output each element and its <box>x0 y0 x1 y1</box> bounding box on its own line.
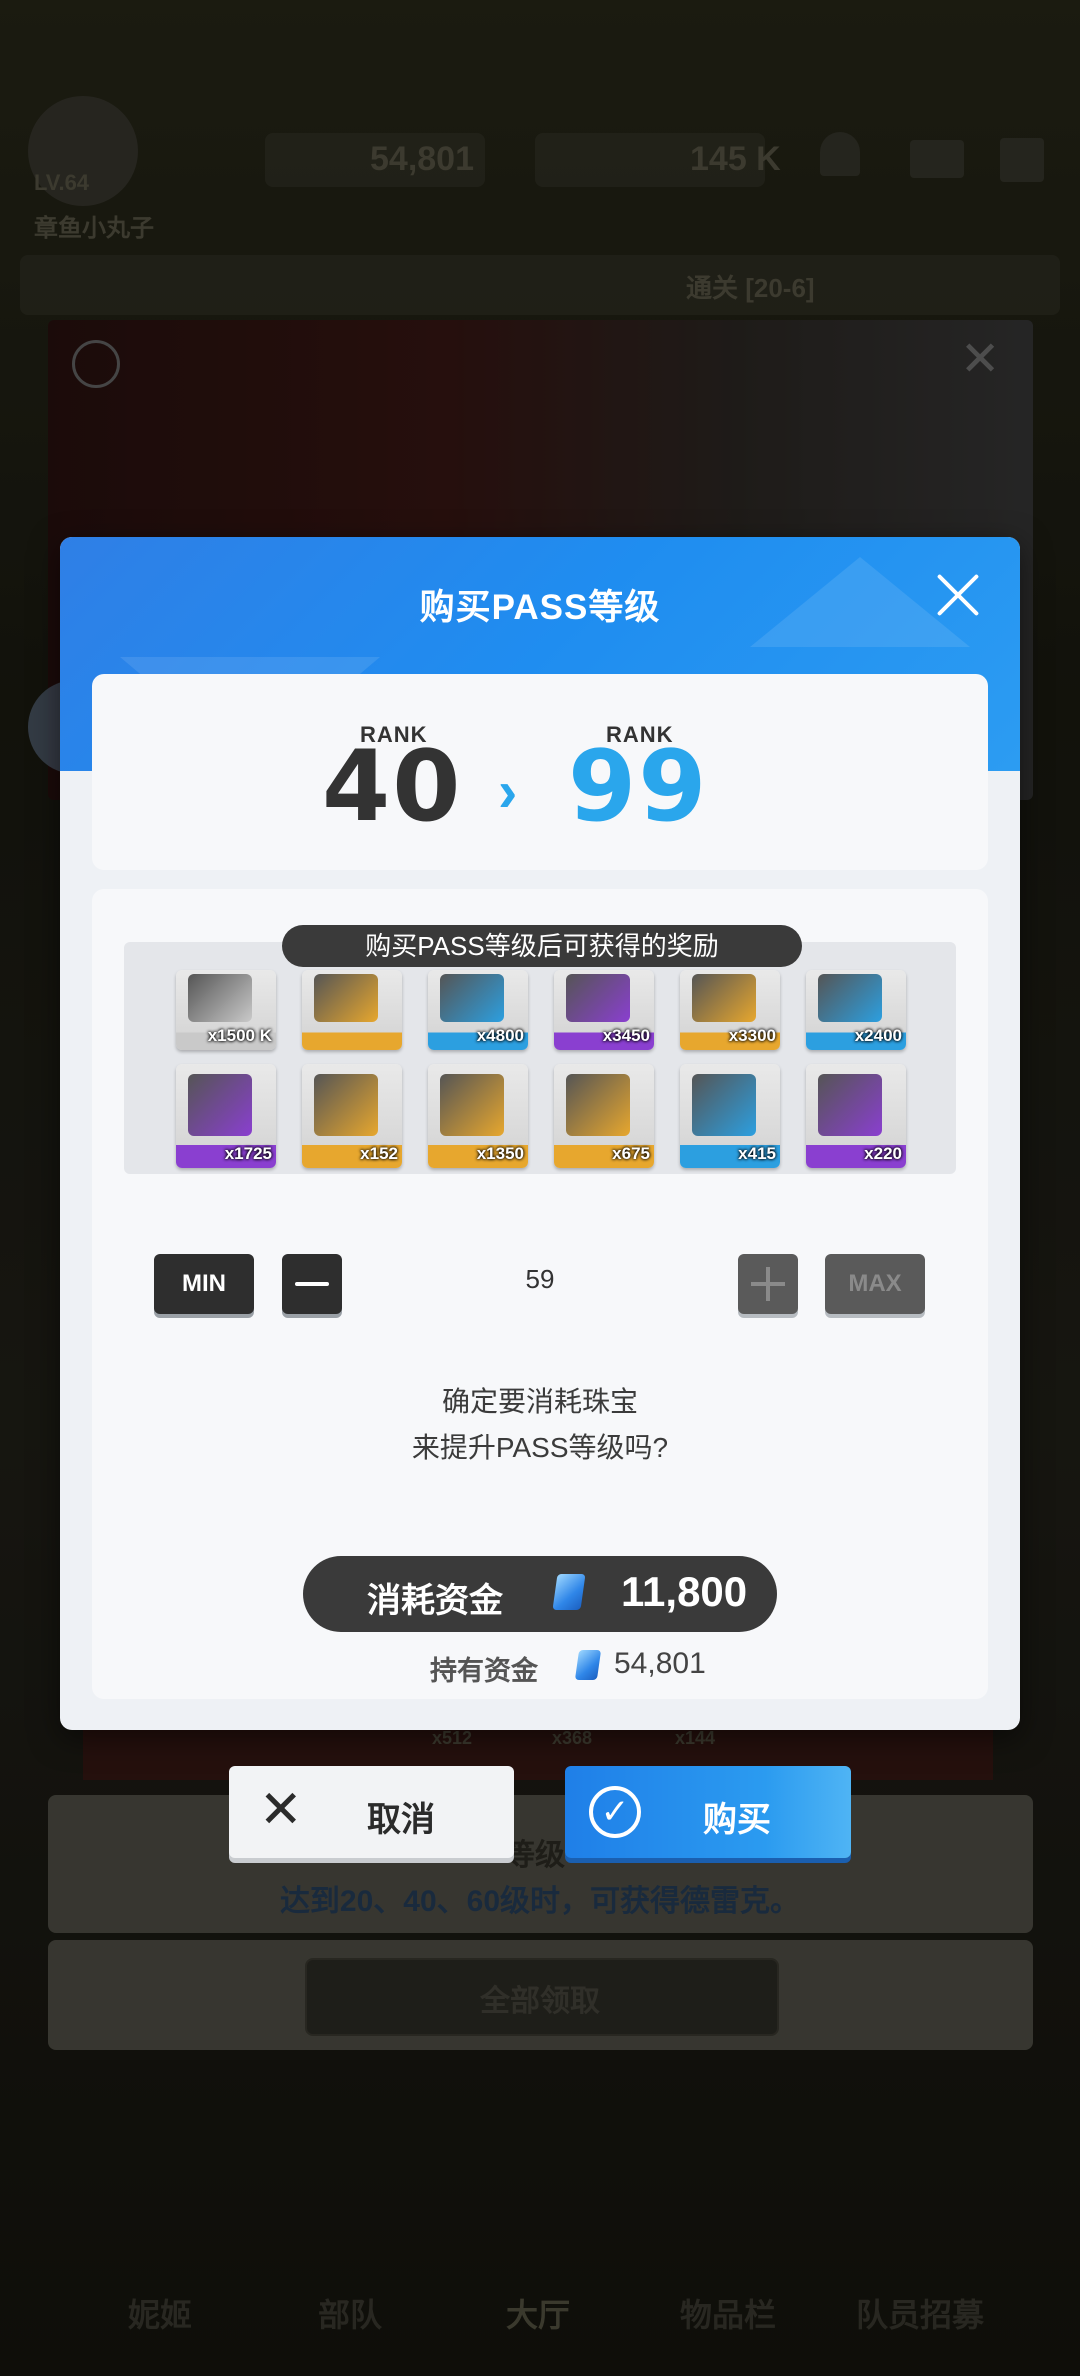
minus-icon <box>295 1282 329 1286</box>
cost-pill: 消耗资金 11,800 <box>303 1556 777 1632</box>
reward-qty: x2400 <box>854 1026 902 1045</box>
blue-toolbox-icon <box>692 1074 756 1136</box>
rank-card: RANK 40 › RANK 99 <box>92 674 988 870</box>
orange-box-icon <box>692 974 756 1022</box>
buy-button[interactable]: ✓ 购买 <box>565 1766 851 1858</box>
reward-item[interactable]: x675 <box>554 1064 654 1168</box>
gold-core-icon <box>440 1074 504 1136</box>
rank-from-value: 40 <box>322 730 463 844</box>
max-button[interactable]: MAX <box>825 1254 925 1314</box>
circuit-board-icon <box>314 1074 378 1136</box>
increase-button[interactable] <box>738 1254 798 1314</box>
chevron-right-icon: › <box>498 759 518 824</box>
cancel-label: 取消 <box>367 1801 435 1839</box>
purple-core-icon <box>566 974 630 1022</box>
rank-to-value: 99 <box>568 730 709 844</box>
close-icon[interactable] <box>932 569 984 621</box>
reward-qty: x4800 <box>476 1026 524 1045</box>
min-label: MIN <box>182 1270 226 1297</box>
purple-chip-icon <box>188 1074 252 1136</box>
reward-item[interactable]: x3300 <box>680 970 780 1050</box>
reward-qty: x220 <box>864 1144 902 1163</box>
gem-icon <box>552 1574 586 1610</box>
min-button[interactable]: MIN <box>154 1254 254 1314</box>
confirm-line-1: 确定要消耗珠宝 <box>441 1386 638 1417</box>
cost-value: 11,800 <box>621 1568 748 1615</box>
max-label: MAX <box>848 1270 902 1297</box>
confirm-message: 确定要消耗珠宝 来提升PASS等级吗? <box>92 1379 988 1471</box>
reward-item[interactable]: x1500 K <box>176 970 276 1050</box>
reward-item[interactable]: x152 <box>302 1064 402 1168</box>
credit-chip-icon <box>188 974 252 1022</box>
reward-qty: x675 <box>612 1144 650 1163</box>
buy-label: 购买 <box>703 1801 771 1839</box>
reward-item[interactable]: x415 <box>680 1064 780 1168</box>
reward-qty: x1725 <box>224 1144 272 1163</box>
quantity-value[interactable]: 59 <box>472 1264 608 1295</box>
decrease-button[interactable] <box>282 1254 342 1314</box>
reward-item[interactable] <box>302 970 402 1050</box>
character-portrait-icon <box>314 974 378 1022</box>
reward-item[interactable]: x4800 <box>428 970 528 1050</box>
dialog-title: 购买PASS等级 <box>419 588 661 627</box>
cancel-button[interactable]: ✕ 取消 <box>229 1766 514 1858</box>
reward-item[interactable]: x3450 <box>554 970 654 1050</box>
reward-item[interactable]: x220 <box>806 1064 906 1168</box>
owned-label: 持有资金 <box>430 1656 538 1686</box>
purple-toolbox-icon <box>818 1074 882 1136</box>
reward-qty: x3300 <box>728 1026 776 1045</box>
rewards-title: 购买PASS等级后可获得的奖励 <box>282 925 802 967</box>
reward-qty: x415 <box>738 1144 776 1163</box>
blue-chip-icon <box>818 974 882 1022</box>
gold-chip-icon <box>566 1074 630 1136</box>
blue-core-icon <box>440 974 504 1022</box>
reward-qty: x1500 K <box>207 1026 272 1045</box>
rewards-panel: 购买PASS等级后可获得的奖励 x1500 K x4800 x3450 x3300 x2… <box>124 925 956 1174</box>
cost-label: 消耗资金 <box>367 1582 503 1620</box>
reward-item[interactable]: x1725 <box>176 1064 276 1168</box>
purchase-card: 购买PASS等级后可获得的奖励 x1500 K x4800 x3450 x3300 x2… <box>92 889 988 1699</box>
reward-item[interactable]: x1350 <box>428 1064 528 1168</box>
check-circle-icon: ✓ <box>589 1786 641 1838</box>
owned-value: 54,801 <box>614 1647 706 1680</box>
reward-qty: x1350 <box>476 1144 524 1163</box>
reward-item[interactable]: x2400 <box>806 970 906 1050</box>
gem-icon <box>574 1650 602 1680</box>
reward-qty: x3450 <box>602 1026 650 1045</box>
confirm-line-2: 来提升PASS等级吗? <box>411 1432 669 1463</box>
buy-pass-level-dialog: 购买PASS等级 RANK 40 › RANK 99 购买PASS等级后可获得的… <box>60 537 1020 1730</box>
close-icon: ✕ <box>259 1781 303 1839</box>
reward-qty: x152 <box>360 1144 398 1163</box>
